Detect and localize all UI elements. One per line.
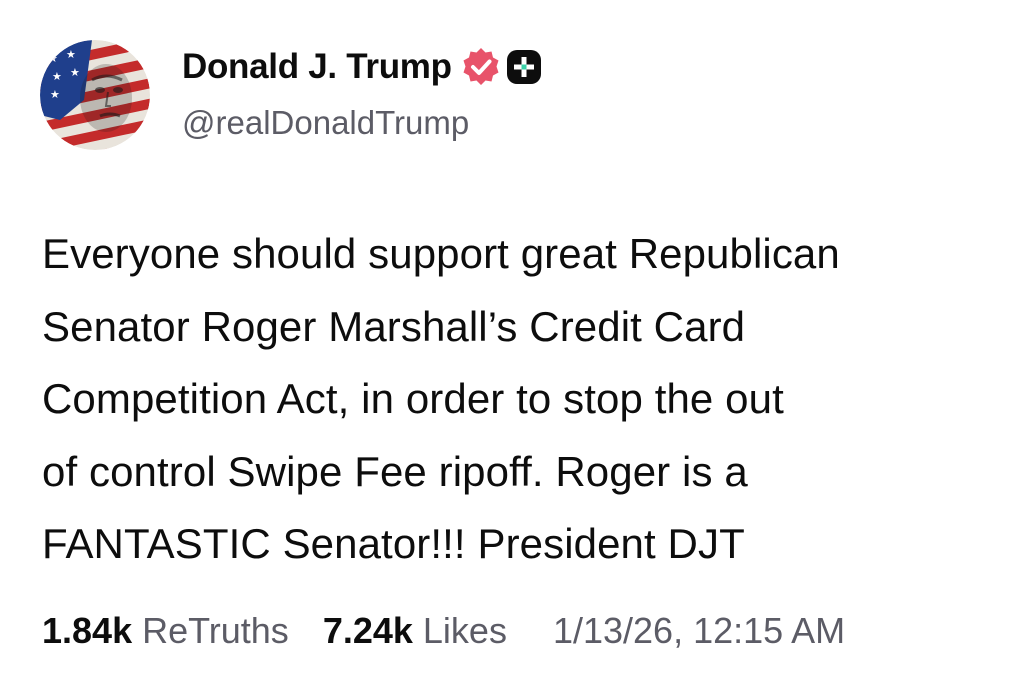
author-name-row: Donald J. Trump bbox=[182, 42, 542, 92]
post-text: Everyone should support great Republican… bbox=[42, 218, 1002, 581]
post-text-line: Senator Roger Marshall’s Credit Card bbox=[42, 302, 746, 350]
author-handle[interactable]: @realDonaldTrump bbox=[182, 104, 469, 142]
post-text-line: Competition Act, in order to stop the ou… bbox=[42, 375, 784, 422]
likes-label: Likes bbox=[422, 610, 507, 651]
post-timestamp: 1/13/26, 12:15 AM bbox=[552, 610, 846, 651]
post-text-line: FANTASTIC Senator!!! President DJT bbox=[42, 520, 745, 567]
svg-text:★: ★ bbox=[52, 70, 62, 83]
plus-badge-icon bbox=[506, 49, 542, 85]
post-stats: 1.84k ReTruths 7.24k Likes 1/13/26, 12:1… bbox=[42, 606, 845, 656]
flag-face-avatar-icon: ★ ★ ★ ★ ★ bbox=[40, 40, 150, 150]
svg-text:★: ★ bbox=[50, 88, 60, 101]
retruths-stat[interactable]: 1.84k ReTruths bbox=[42, 610, 289, 652]
svg-text:★: ★ bbox=[66, 48, 76, 61]
post-text-line: of control Swipe Fee ripoff. Roger is a bbox=[42, 447, 748, 495]
retruths-label: ReTruths bbox=[142, 610, 289, 651]
post-text-line: Everyone should support great Republican bbox=[42, 230, 840, 277]
likes-stat[interactable]: 7.24k Likes bbox=[323, 610, 507, 652]
verified-badge-icon bbox=[460, 46, 502, 88]
author-display-name[interactable]: Donald J. Trump bbox=[182, 47, 452, 87]
avatar[interactable]: ★ ★ ★ ★ ★ bbox=[40, 40, 150, 150]
retruths-count: 1.84k bbox=[42, 610, 133, 651]
svg-text:★: ★ bbox=[70, 66, 80, 79]
likes-count: 7.24k bbox=[322, 610, 413, 651]
svg-text:★: ★ bbox=[48, 52, 58, 65]
